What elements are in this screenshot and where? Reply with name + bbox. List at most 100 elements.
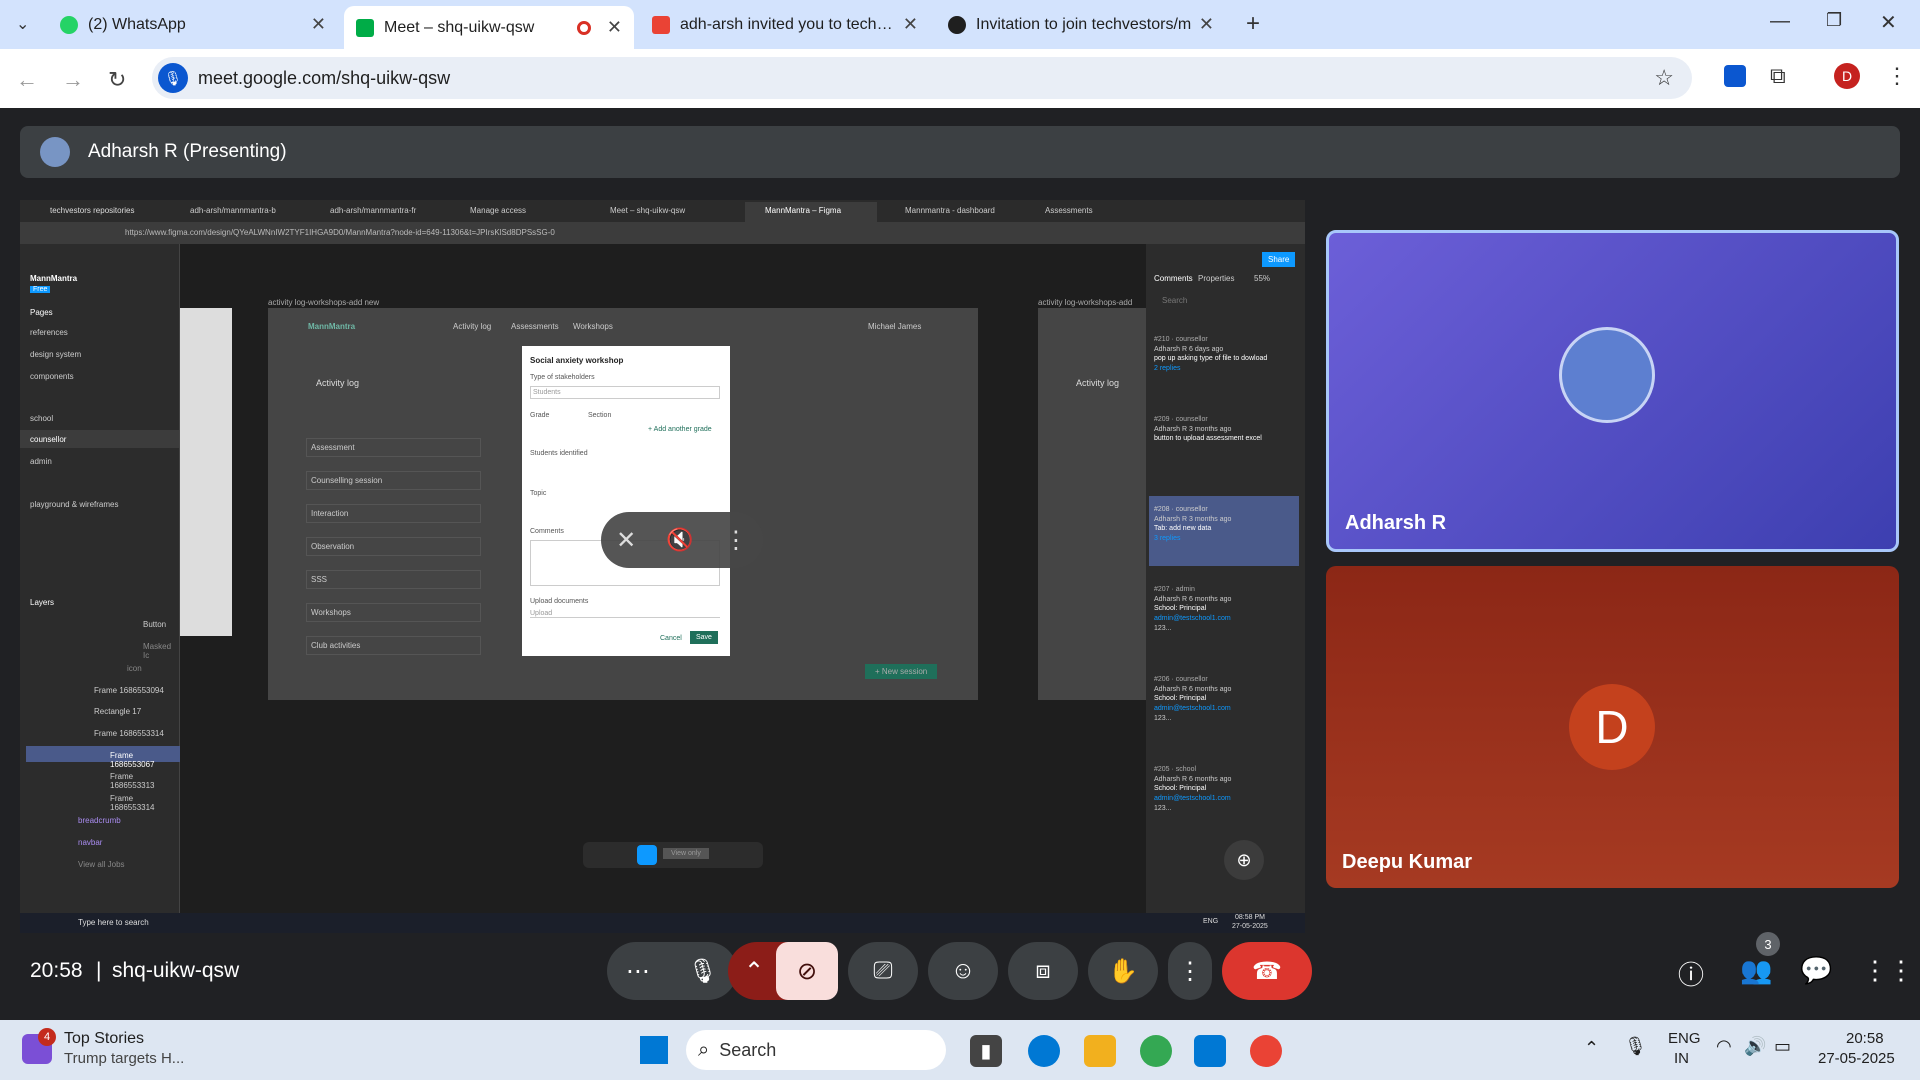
chrome-profile-icon[interactable]	[1250, 1035, 1282, 1067]
microphone-icon[interactable]: 🎙	[688, 957, 718, 986]
presenter-bar: Adharsh R (Presenting)	[20, 126, 1900, 178]
restore-icon[interactable]: ❐	[1826, 10, 1842, 31]
comment-more: 123...	[1154, 805, 1172, 812]
raise-hand-button[interactable]: ✋	[1088, 942, 1158, 1000]
emoji-icon: ☺	[950, 957, 976, 984]
taskbar-time[interactable]: 20:58	[1846, 1030, 1884, 1047]
participant-tile-deepu[interactable]: D Deepu Kumar	[1326, 566, 1899, 888]
reload-icon[interactable]: ↻	[108, 67, 126, 93]
presenter-avatar	[40, 137, 70, 167]
activities-grid-icon[interactable]: ⋮⋮	[1862, 955, 1914, 986]
tab-gmail[interactable]: adh-arsh invited you to techves ✕	[640, 6, 930, 43]
inner-tab: Meet – shq-uikw-qsw	[610, 206, 686, 215]
modal-title: Social anxiety workshop	[530, 356, 624, 365]
more-options-icon[interactable]: ⋮	[724, 526, 748, 555]
minimize-icon[interactable]: —	[1770, 10, 1790, 33]
close-icon[interactable]: ✕	[1199, 14, 1214, 35]
extension-icon[interactable]	[1724, 65, 1746, 87]
field-label: Topic	[530, 490, 547, 497]
meeting-separator: |	[96, 959, 102, 982]
zoom-in-icon[interactable]: ⊕	[1224, 840, 1264, 880]
inner-tab: Assessments	[1045, 206, 1093, 215]
tab-meet[interactable]: Meet – shq-uikw-qsw ✕	[344, 6, 634, 49]
github-icon	[948, 15, 966, 34]
windows-start-icon[interactable]	[640, 1036, 668, 1064]
layer-item: breadcrumb	[78, 816, 121, 825]
inner-tab: adh-arsh/mannmantra-b	[190, 206, 276, 215]
reactions-button[interactable]: ☺	[928, 942, 998, 1000]
profile-avatar[interactable]: D	[1834, 63, 1860, 89]
participant-tile-adharsh[interactable]: Adharsh R	[1326, 230, 1899, 552]
edge-icon[interactable]	[1028, 1035, 1060, 1067]
battery-icon[interactable]: ▭	[1774, 1036, 1791, 1057]
more-controls-icon[interactable]: ⋯	[626, 957, 650, 986]
mic-group[interactable]: ⋯ 🎙	[607, 942, 737, 1000]
figma-share-button: Share	[1262, 252, 1296, 267]
microphone-indicator-icon[interactable]: 🎙	[158, 63, 188, 93]
pin-off-icon[interactable]: ✕	[616, 526, 636, 555]
page-item: playground & wireframes	[30, 500, 119, 509]
list-item: SSS	[306, 570, 481, 589]
tab-whatsapp[interactable]: (2) WhatsApp ✕	[48, 6, 338, 43]
chrome-icon[interactable]	[1140, 1035, 1172, 1067]
menu-kebab-icon[interactable]: ⋮	[1886, 63, 1908, 89]
inner-address-bar: https://www.figma.com/design/QYeALWNnIW2…	[20, 222, 1305, 244]
frame-label: activity log-workshops-add new	[268, 298, 380, 307]
comment-meta: Adharsh R 6 months ago	[1154, 776, 1232, 783]
window-close-icon[interactable]: ✕	[1880, 10, 1897, 35]
close-icon[interactable]: ✕	[903, 14, 918, 35]
close-icon[interactable]: ✕	[607, 17, 622, 38]
tray-chevron-icon[interactable]: ⌃	[1584, 1038, 1599, 1059]
news-title[interactable]: Top Stories	[64, 1030, 144, 1048]
bookmark-star-icon[interactable]: ☆	[1654, 65, 1674, 91]
forward-icon[interactable]: →	[62, 67, 84, 93]
volume-icon[interactable]: 🔊	[1744, 1036, 1766, 1057]
page-item: counsellor	[30, 435, 67, 444]
participant-count-badge: 3	[1756, 932, 1780, 956]
present-button[interactable]: ⎚	[848, 942, 918, 1000]
comment-id: #208 · counsellor	[1154, 506, 1208, 513]
participant-avatar: D	[1569, 684, 1655, 770]
lang-primary[interactable]: ENG	[1668, 1030, 1701, 1047]
url-field[interactable]: 🎙 meet.google.com/shq-uikw-qsw ☆	[152, 57, 1692, 99]
taskbar-search[interactable]: ⌕ Search	[686, 1030, 946, 1070]
new-tab-icon[interactable]: +	[1246, 10, 1260, 38]
captions-button[interactable]: ⧈	[1008, 942, 1078, 1000]
more-options-button[interactable]: ⋮	[1168, 942, 1212, 1000]
figma-left-panel: MannMantra Free Pages references design …	[20, 244, 180, 933]
new-session-button: + New session	[865, 664, 938, 679]
zoom-level: 55%	[1254, 274, 1271, 283]
camera-off-button[interactable]: ⊘	[776, 942, 838, 1000]
layer-item: Masked Ic	[143, 642, 172, 660]
tab-search-chevron-icon[interactable]: ⌄	[16, 14, 29, 34]
puzzle-icon[interactable]: ⧉	[1770, 63, 1786, 89]
back-icon[interactable]: ←	[16, 67, 38, 93]
chevron-up-icon[interactable]: ⌃	[744, 957, 764, 986]
file-explorer-icon[interactable]	[1084, 1035, 1116, 1067]
mute-off-icon[interactable]: 🔇	[666, 527, 693, 553]
nav-item: Assessments	[511, 322, 559, 331]
address-bar: ← → ↻ 🎙 meet.google.com/shq-uikw-qsw ☆ ⧉…	[0, 49, 1920, 108]
tray-mic-icon[interactable]: 🎙	[1624, 1036, 1647, 1057]
news-subtitle[interactable]: Trump targets H...	[64, 1050, 184, 1067]
browser-tab-bar: ⌄ (2) WhatsApp ✕ Meet – shq-uikw-qsw ✕ a…	[0, 0, 1920, 49]
vscode-icon[interactable]	[1194, 1035, 1226, 1067]
taskbar-date[interactable]: 27-05-2025	[1818, 1050, 1895, 1067]
chat-icon[interactable]: 💬	[1800, 955, 1832, 986]
people-icon[interactable]: 👥	[1740, 955, 1772, 986]
leave-call-button[interactable]: ☎	[1222, 942, 1312, 1000]
close-icon[interactable]: ✕	[311, 14, 326, 35]
inner-tab: Mannmantra - dashboard	[905, 206, 995, 215]
stakeholder-select: Students	[530, 386, 720, 399]
layer-item: Frame 1686553314	[94, 729, 164, 738]
wifi-icon[interactable]: ◠	[1716, 1036, 1732, 1057]
field-label: Students identified	[530, 450, 588, 457]
info-icon[interactable]: ⓘ	[1678, 955, 1704, 992]
comment-meta: Adharsh R 3 months ago	[1154, 516, 1232, 523]
task-view-icon[interactable]: ▮	[970, 1035, 1002, 1067]
tab-github[interactable]: Invitation to join techvestors/m ✕	[936, 6, 1226, 43]
view-only-label: View only	[663, 848, 709, 859]
add-grade-link: + Add another grade	[648, 426, 712, 433]
comment-email: admin@testschool1.com	[1154, 705, 1231, 712]
lang-secondary[interactable]: IN	[1674, 1050, 1689, 1067]
